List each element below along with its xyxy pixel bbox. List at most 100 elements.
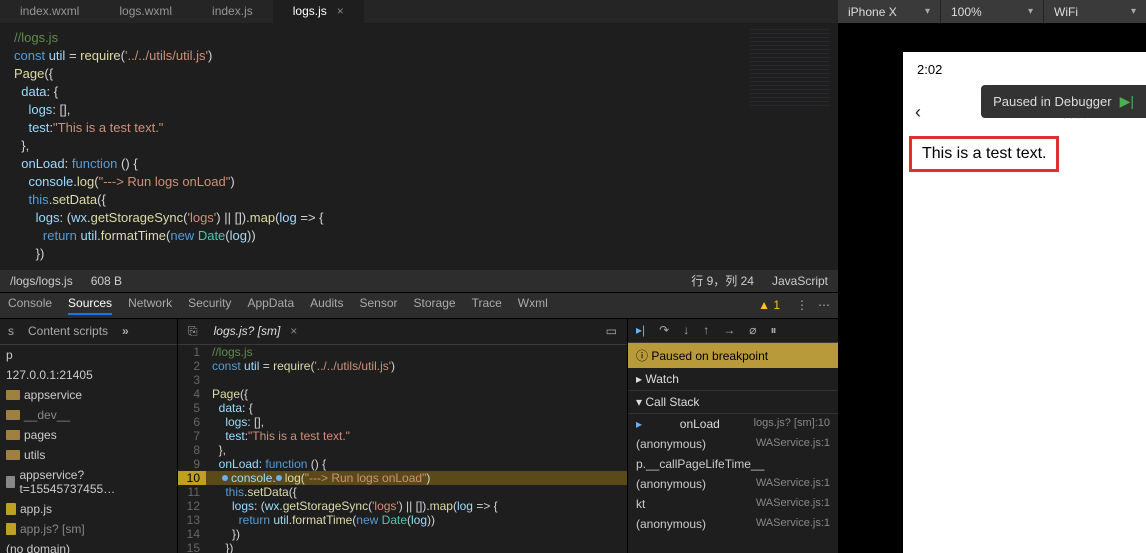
code-line[interactable]: test:"This is a test text." (14, 119, 824, 137)
folder-icon (6, 390, 20, 400)
tree-item[interactable]: utils (0, 445, 177, 465)
stack-frame[interactable]: (anonymous)WAService.js:1 (628, 514, 838, 534)
editor-tabs: index.wxmllogs.wxmlindex.jslogs.js× (0, 0, 838, 23)
editor-tab[interactable]: index.wxml (0, 0, 99, 23)
source-line[interactable]: 5 data: { (178, 401, 627, 415)
stack-frame[interactable]: onLoadlogs.js? [sm]:10 (628, 414, 838, 434)
source-line[interactable]: 7 test:"This is a test text." (178, 429, 627, 443)
code-line[interactable]: logs: [], (14, 101, 824, 119)
code-line[interactable]: const util = require('../../utils/util.j… (14, 47, 824, 65)
code-line[interactable]: onLoad: function () { (14, 155, 824, 173)
minimap[interactable] (750, 29, 830, 109)
step-over-icon[interactable]: ↷ (659, 323, 669, 337)
code-line[interactable]: }) (14, 245, 824, 263)
editor-tab[interactable]: logs.wxml (99, 0, 192, 23)
watch-header[interactable]: ▸ Watch (628, 368, 838, 391)
debugger-resume-icon[interactable]: ▶| (1120, 93, 1134, 110)
code-line[interactable]: Page({ (14, 65, 824, 83)
devtools-tab[interactable]: Network (128, 296, 172, 315)
sidebar-more-icon[interactable]: » (122, 324, 129, 338)
tree-item[interactable]: appservice?t=15545737455… (0, 465, 177, 499)
resume-icon[interactable]: ▸| (636, 323, 645, 337)
source-line[interactable]: 9 onLoad: function () { (178, 457, 627, 471)
source-line[interactable]: 3 (178, 373, 627, 387)
source-line[interactable]: 1//logs.js (178, 345, 627, 359)
tree-item[interactable]: (no domain) (0, 539, 177, 553)
source-viewer: ⎘ logs.js? [sm] × ▭ 1//logs.js2const uti… (178, 319, 628, 553)
tree-item[interactable]: appservice (0, 385, 177, 405)
phone-preview[interactable]: 2:02 ‹ 查看启动日志 This is a test text. (903, 52, 1146, 553)
tree-item[interactable]: pages (0, 425, 177, 445)
source-line[interactable]: 4Page({ (178, 387, 627, 401)
devtools-tab[interactable]: Sensor (360, 296, 398, 315)
devtools-tab[interactable]: Wxml (518, 296, 548, 315)
callstack-header[interactable]: ▾ Call Stack (628, 391, 838, 414)
code-line[interactable]: return util.formatTime(new Date(log)) (14, 227, 824, 245)
step-out-icon[interactable]: ↑ (703, 323, 709, 337)
source-line[interactable]: 6 logs: [], (178, 415, 627, 429)
source-line[interactable]: 2const util = require('../../utils/util.… (178, 359, 627, 373)
step-into-icon[interactable]: ↓ (683, 323, 689, 337)
source-tab[interactable]: logs.js? [sm] (208, 322, 287, 340)
back-icon[interactable]: ‹ (915, 102, 921, 123)
stack-frame[interactable]: ktWAService.js:1 (628, 494, 838, 514)
file-icon (6, 503, 16, 515)
source-format-icon[interactable]: ▭ (602, 324, 621, 338)
source-line[interactable]: 13 return util.formatTime(new Date(log)) (178, 513, 627, 527)
devtools-tab[interactable]: Storage (414, 296, 456, 315)
tree-item[interactable]: app.js? [sm] (0, 519, 177, 539)
source-line[interactable]: 10 console.log("---> Run logs onLoad") (178, 471, 627, 485)
code-line[interactable]: this.setData({ (14, 191, 824, 209)
nav-toggle-icon[interactable]: ⎘ (184, 324, 202, 339)
zoom-select[interactable]: 100%▾ (940, 0, 1043, 23)
device-select[interactable]: iPhone X▾ (838, 0, 940, 23)
devtools-tab[interactable]: Sources (68, 296, 112, 315)
source-line[interactable]: 12 logs: (wx.getStorageSync('logs') || [… (178, 499, 627, 513)
sidebar-tab-page[interactable]: s (8, 324, 14, 338)
source-tab-close-icon[interactable]: × (290, 324, 297, 338)
pause-exceptions-icon[interactable]: ⏸ (770, 323, 776, 338)
sidebar-tab-content-scripts[interactable]: Content scripts (28, 324, 108, 338)
more-icon[interactable]: ⋯ (818, 298, 830, 312)
source-line[interactable]: 8 }, (178, 443, 627, 457)
settings-icon[interactable]: ⋮ (796, 298, 808, 312)
debugger-panel: ▸| ↷ ↓ ↑ → ⌀ ⏸ ⓘ Paused on breakpoint ▸ … (628, 319, 838, 553)
folder-icon (6, 450, 20, 460)
close-icon[interactable]: × (337, 4, 344, 18)
main-editor[interactable]: //logs.jsconst util = require('../../uti… (0, 23, 838, 270)
source-line[interactable]: 14 }) (178, 527, 627, 541)
devtools-tab[interactable]: Security (188, 296, 231, 315)
warning-badge[interactable]: ▲ 1 (758, 298, 780, 312)
tree-item[interactable]: 127.0.0.1:21405 (0, 365, 177, 385)
file-tree: s Content scripts » p127.0.0.1:21405apps… (0, 319, 178, 553)
devtools-tabs: Console Sources Network Security AppData Audi… (0, 292, 838, 318)
tree-item[interactable]: app.js (0, 499, 177, 519)
code-line[interactable]: //logs.js (14, 29, 824, 47)
status-bar: /logs/logs.js 608 B 行 9，列 24 JavaScript (0, 270, 838, 292)
code-line[interactable]: }, (14, 137, 824, 155)
devtools-tab[interactable]: Audits (310, 296, 343, 315)
step-icon[interactable]: → (723, 323, 735, 337)
deactivate-bp-icon[interactable]: ⌀ (749, 323, 756, 337)
tree-item[interactable]: __dev__ (0, 405, 177, 425)
paused-debugger-pill: Paused in Debugger ▶| (981, 85, 1146, 118)
status-lang: JavaScript (772, 274, 828, 288)
source-line[interactable]: 11 this.setData({ (178, 485, 627, 499)
stack-frame[interactable]: (anonymous)WAService.js:1 (628, 474, 838, 494)
devtools-tab[interactable]: Console (8, 296, 52, 315)
devtools-tab[interactable]: Trace (472, 296, 502, 315)
tree-item[interactable]: p (0, 345, 177, 365)
status-size: 608 B (91, 274, 122, 288)
stack-frame[interactable]: (anonymous)WAService.js:1 (628, 434, 838, 454)
network-select[interactable]: WiFi▾ (1043, 0, 1146, 23)
editor-tab[interactable]: logs.js× (273, 0, 364, 23)
status-path: /logs/logs.js (10, 274, 73, 288)
code-line[interactable]: logs: (wx.getStorageSync('logs') || []).… (14, 209, 824, 227)
code-line[interactable]: data: { (14, 83, 824, 101)
devtools-tab[interactable]: AppData (247, 296, 294, 315)
stack-frame[interactable]: p.__callPageLifeTime__ (628, 454, 838, 474)
editor-tab[interactable]: index.js (192, 0, 273, 23)
source-line[interactable]: 15 }) (178, 541, 627, 553)
code-line[interactable]: console.log("---> Run logs onLoad") (14, 173, 824, 191)
file-icon (6, 476, 15, 488)
